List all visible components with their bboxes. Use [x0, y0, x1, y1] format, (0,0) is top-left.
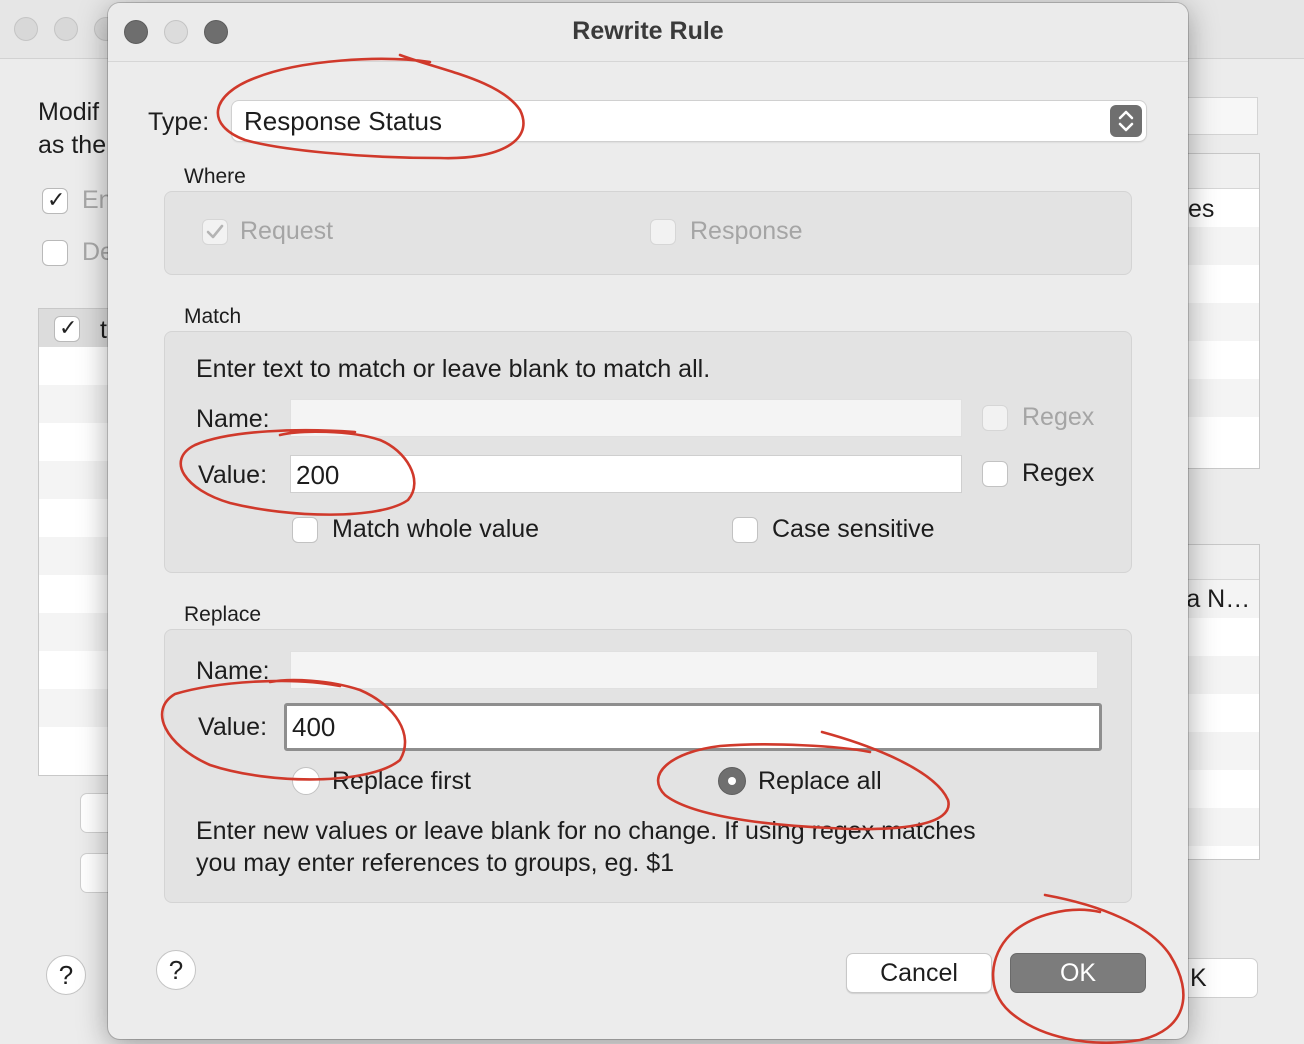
replace-name-field[interactable]	[290, 651, 1098, 689]
bg-second-checkbox[interactable]	[42, 240, 68, 266]
list-item[interactable]	[39, 537, 119, 575]
help-button[interactable]: ?	[156, 950, 196, 990]
match-value-regex-checkbox[interactable]	[982, 461, 1008, 487]
bg-right-list2-text: ra N…	[1178, 585, 1251, 613]
checkmark-icon: ✓	[59, 315, 78, 340]
list-item[interactable]	[1187, 656, 1259, 694]
bg-minimize-button[interactable]	[54, 17, 78, 41]
replace-value-field[interactable]: 400	[284, 703, 1102, 751]
bg-enable-checkbox[interactable]: ✓	[42, 187, 68, 214]
list-item[interactable]	[39, 575, 119, 613]
list-item[interactable]	[39, 461, 119, 499]
list-item[interactable]	[39, 613, 119, 651]
ok-button[interactable]: OK	[1010, 953, 1146, 993]
chevron-up-down-icon	[1110, 105, 1142, 137]
replace-value-label: Value:	[198, 713, 268, 741]
match-value-label: Value:	[198, 461, 268, 489]
radio-dot-icon	[728, 777, 736, 785]
replace-all-radio[interactable]	[718, 767, 746, 795]
case-sensitive-label: Case sensitive	[772, 515, 935, 543]
match-name-field[interactable]	[290, 399, 962, 437]
bg-ok-label: K	[1190, 964, 1207, 992]
match-name-label: Name:	[196, 405, 270, 433]
checkmark-icon	[206, 224, 224, 239]
list-item[interactable]	[1187, 379, 1259, 417]
match-section-label: Match	[184, 305, 242, 328]
replace-section-label: Replace	[184, 603, 262, 626]
replace-instructions-line2: you may enter references to groups, eg. …	[196, 849, 675, 877]
replace-all-label: Replace all	[758, 767, 882, 795]
list-item[interactable]	[1187, 732, 1259, 770]
replace-instructions-line1: Enter new values or leave blank for no c…	[196, 817, 976, 845]
bg-help-button[interactable]: ?	[46, 955, 86, 995]
list-item[interactable]	[1187, 618, 1259, 656]
list-item[interactable]	[39, 727, 119, 765]
type-label: Type:	[148, 108, 210, 136]
list-item[interactable]	[1187, 694, 1259, 732]
list-item[interactable]	[39, 499, 119, 537]
case-sensitive-checkbox[interactable]	[732, 517, 758, 543]
list-item[interactable]	[39, 385, 119, 423]
checkmark-icon: ✓	[47, 187, 66, 212]
list-header	[1187, 154, 1259, 189]
replace-first-radio[interactable]	[292, 767, 320, 795]
dialog-titlebar: Rewrite Rule	[108, 3, 1188, 62]
replace-first-label: Replace first	[332, 767, 471, 795]
response-label: Response	[690, 217, 803, 245]
rewrite-rule-dialog: Rewrite Rule Type: Response Status Where…	[108, 3, 1188, 1039]
bg-list-row-checkbox[interactable]: ✓	[54, 315, 80, 342]
match-name-regex-checkbox[interactable]	[982, 405, 1008, 431]
list-header	[1187, 545, 1259, 580]
match-name-regex-label: Regex	[1022, 403, 1095, 431]
type-select[interactable]: Response Status	[232, 101, 1146, 141]
list-item[interactable]	[1187, 417, 1259, 455]
match-value-regex-label: Regex	[1022, 459, 1095, 487]
bg-close-button[interactable]	[14, 17, 38, 41]
bg-description-line1: Modif	[38, 98, 100, 126]
dialog-title: Rewrite Rule	[572, 17, 724, 45]
list-item[interactable]	[39, 423, 119, 461]
match-whole-value-checkbox[interactable]	[292, 517, 318, 543]
bg-description-line2: as the	[38, 131, 107, 159]
request-checkbox[interactable]	[202, 219, 228, 245]
bg-list-row-label: t	[100, 316, 107, 344]
where-section-label: Where	[184, 165, 246, 188]
list-item[interactable]	[1187, 808, 1259, 846]
type-select-value: Response Status	[244, 106, 443, 136]
list-item[interactable]	[39, 651, 119, 689]
match-whole-value-label: Match whole value	[332, 515, 540, 543]
list-item[interactable]	[39, 689, 119, 727]
list-item[interactable]	[1187, 265, 1259, 303]
list-item[interactable]	[1187, 227, 1259, 265]
match-value-field[interactable]: 200	[290, 455, 962, 493]
list-item[interactable]	[1187, 303, 1259, 341]
list-item[interactable]	[1187, 770, 1259, 808]
cancel-button[interactable]: Cancel	[846, 953, 992, 993]
bg-right-list-text: es	[1188, 195, 1215, 223]
replace-name-label: Name:	[196, 657, 270, 685]
request-label: Request	[240, 217, 334, 245]
list-item[interactable]	[1187, 341, 1259, 379]
list-item[interactable]	[39, 347, 119, 385]
bg-right-field[interactable]	[1186, 97, 1258, 135]
response-checkbox[interactable]	[650, 219, 676, 245]
match-instructions: Enter text to match or leave blank to ma…	[196, 355, 711, 383]
